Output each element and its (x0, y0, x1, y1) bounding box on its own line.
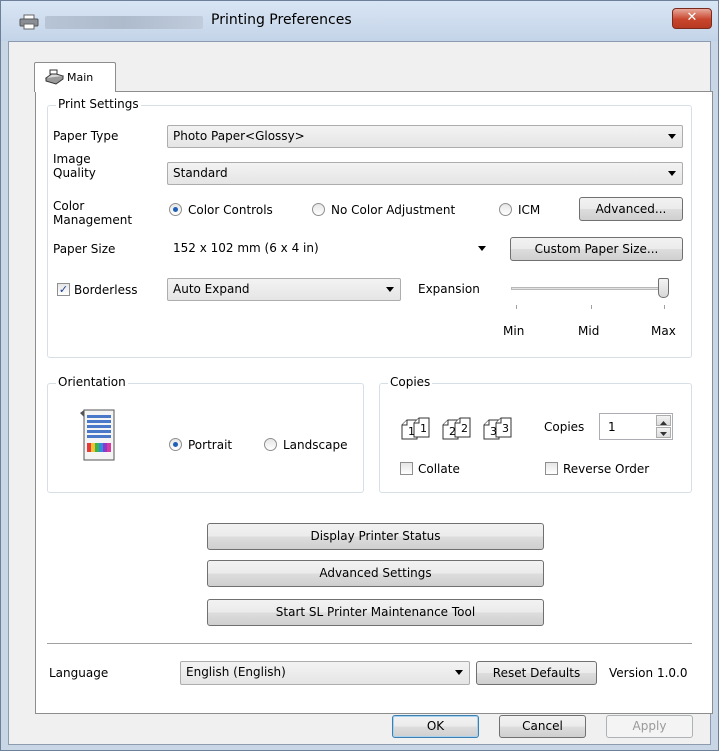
expansion-label: Expansion (418, 282, 480, 296)
chevron-down-icon (668, 134, 676, 139)
print-settings-group: Print Settings Paper Type Photo Paper<Gl… (47, 97, 692, 358)
language-value: English (English) (186, 665, 286, 679)
paper-type-select[interactable]: Photo Paper<Glossy> (167, 125, 683, 148)
paper-size-select[interactable]: 152 x 102 mm (6 x 4 in) (167, 237, 493, 260)
title-bar[interactable]: Printing Preferences ✕ (1, 1, 718, 41)
chevron-down-icon (478, 246, 486, 251)
reset-defaults-button[interactable]: Reset Defaults (476, 661, 597, 685)
language-label: Language (49, 666, 109, 680)
arrow-up-icon (660, 421, 667, 425)
color-management-label-2: Management (53, 213, 133, 227)
paper-size-value: 152 x 102 mm (6 x 4 in) (173, 241, 319, 255)
stack-label-3a: 3 (490, 425, 497, 438)
ok-button[interactable]: OK (392, 715, 479, 738)
maintenance-tool-button[interactable]: Start SL Printer Maintenance Tool (207, 599, 544, 626)
portrait-page-icon (80, 409, 115, 461)
stack-label-3b: 3 (502, 422, 509, 435)
copies-down-button[interactable] (656, 427, 671, 438)
copies-title: Copies (388, 375, 433, 389)
no-color-adjustment-label: No Color Adjustment (331, 203, 456, 217)
borderless-mode-value: Auto Expand (173, 282, 250, 296)
reverse-order-checkbox[interactable] (545, 462, 558, 475)
print-settings-title: Print Settings (56, 97, 141, 111)
paper-type-label: Paper Type (53, 129, 119, 143)
version-label: Version 1.0.0 (609, 666, 688, 680)
custom-paper-size-button[interactable]: Custom Paper Size... (510, 237, 683, 261)
expansion-mid-label: Mid (578, 324, 600, 338)
image-quality-value: Standard (173, 166, 228, 180)
orientation-title: Orientation (56, 375, 128, 389)
language-select[interactable]: English (English) (180, 661, 470, 685)
chevron-down-icon (668, 171, 676, 176)
printer-icon (19, 14, 39, 30)
tab-main[interactable]: Main (34, 62, 116, 92)
color-controls-label: Color Controls (188, 203, 273, 217)
close-icon: ✕ (686, 10, 698, 25)
color-management-label-1: Color (53, 199, 85, 213)
advanced-settings-button[interactable]: Advanced Settings (207, 560, 544, 587)
tab-main-label: Main (67, 71, 94, 84)
dialog-client-area: Main Print Settings Paper Type Photo Pap… (8, 41, 713, 745)
stack-label-2b: 2 (461, 422, 468, 435)
printing-preferences-window: Printing Preferences ✕ Main Print Settin… (0, 0, 719, 751)
portrait-label: Portrait (188, 438, 233, 452)
stack-label-2a: 2 (449, 425, 456, 438)
no-color-adjustment-radio[interactable] (312, 203, 325, 216)
stack-label-1a: 1 (408, 425, 415, 438)
image-quality-select[interactable]: Standard (167, 162, 683, 185)
expansion-tick-max (664, 305, 665, 309)
printer-tab-icon (44, 69, 65, 85)
separator (47, 643, 692, 644)
window-title: Printing Preferences (211, 12, 352, 28)
image-quality-label-1: Image (53, 152, 91, 166)
paper-size-label: Paper Size (53, 242, 116, 256)
printer-name-redacted (45, 16, 203, 29)
expansion-max-label: Max (651, 324, 676, 338)
expansion-slider-track[interactable] (511, 287, 665, 290)
apply-button[interactable]: Apply (606, 715, 693, 738)
copies-group: Copies 1 1 2 2 3 3 Copies 1 Collate Reve… (379, 375, 692, 493)
paper-type-value: Photo Paper<Glossy> (173, 129, 305, 143)
expansion-tick-min (516, 305, 517, 309)
icm-label: ICM (518, 203, 541, 217)
borderless-mode-select[interactable]: Auto Expand (167, 278, 401, 301)
copies-value: 1 (608, 420, 616, 434)
expansion-slider-thumb[interactable] (658, 278, 669, 298)
expansion-min-label: Min (503, 324, 525, 338)
collate-label: Collate (418, 462, 460, 476)
chevron-down-icon (455, 670, 463, 675)
cancel-button[interactable]: Cancel (499, 715, 586, 738)
copies-label: Copies (544, 420, 585, 434)
close-button[interactable]: ✕ (672, 8, 712, 29)
arrow-down-icon (660, 432, 667, 436)
reverse-order-label: Reverse Order (563, 462, 650, 476)
orientation-group: Orientation Portrait Landscape (47, 375, 364, 493)
borderless-checkbox[interactable]: ✓ (57, 283, 70, 296)
copies-up-button[interactable] (656, 415, 671, 426)
chevron-down-icon (386, 287, 394, 292)
color-controls-radio[interactable] (169, 203, 182, 216)
copies-spinbox[interactable]: 1 (599, 413, 673, 440)
portrait-radio[interactable] (169, 438, 182, 451)
collate-stack-icon: 1 1 2 2 3 3 (400, 414, 520, 442)
stack-label-1b: 1 (420, 422, 427, 435)
borderless-label: Borderless (74, 283, 138, 297)
advanced-color-button[interactable]: Advanced... (579, 197, 683, 221)
landscape-label: Landscape (283, 438, 348, 452)
collate-checkbox[interactable] (400, 462, 413, 475)
landscape-radio[interactable] (264, 438, 277, 451)
image-quality-label-2: Quality (53, 166, 96, 180)
icm-radio[interactable] (499, 203, 512, 216)
expansion-tick-mid (591, 305, 592, 309)
main-tab-panel: Print Settings Paper Type Photo Paper<Gl… (35, 91, 713, 714)
display-printer-status-button[interactable]: Display Printer Status (207, 523, 544, 550)
